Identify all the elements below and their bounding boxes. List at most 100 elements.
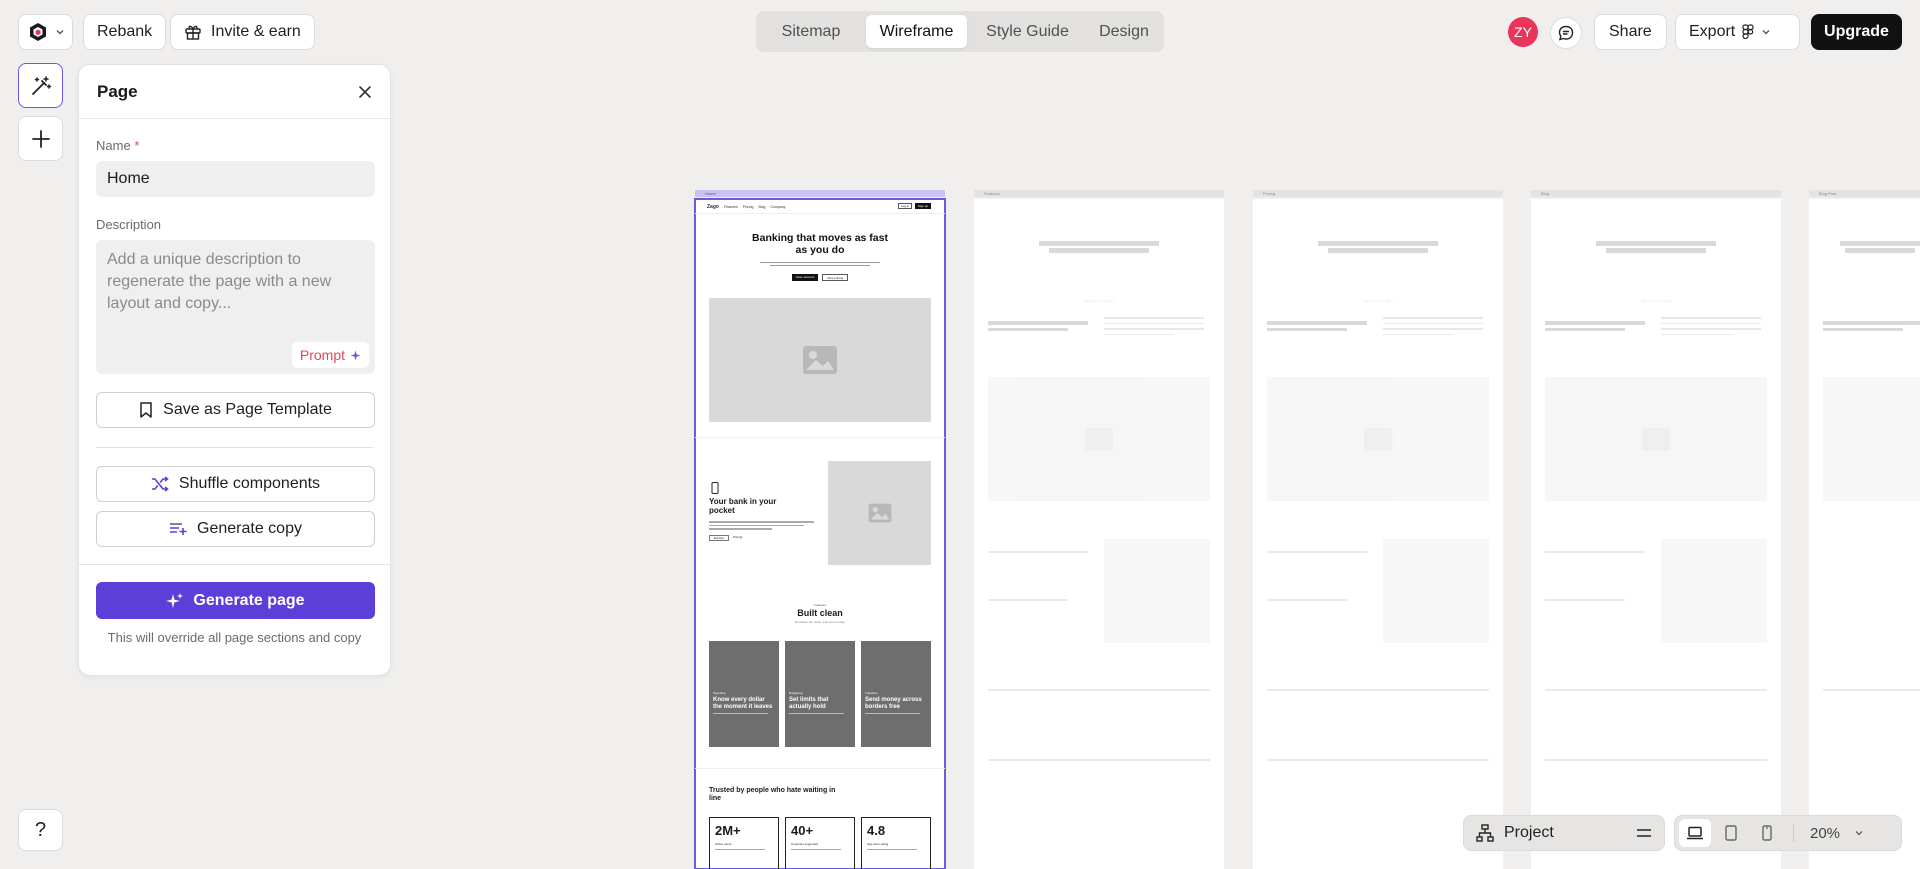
- shuffle-label: Shuffle components: [178, 475, 321, 492]
- pricing-page-frame[interactable]: Upgrade to view pages: [1253, 199, 1503, 869]
- comments-button[interactable]: [1550, 17, 1582, 49]
- faded-image-placeholder: [1545, 377, 1767, 501]
- pocket-image-placeholder: [828, 461, 931, 565]
- project-label: Project: [1504, 824, 1554, 841]
- generate-copy-button[interactable]: Generate copy: [96, 511, 375, 547]
- share-button[interactable]: Share: [1594, 14, 1667, 50]
- frame-label-home[interactable]: Home: [695, 190, 945, 197]
- help-button[interactable]: ?: [18, 809, 63, 851]
- tablet-icon: [1725, 825, 1737, 841]
- card-title: Send money across borders free: [865, 697, 922, 710]
- card-kicker: Transfers: [865, 691, 878, 695]
- tablet-view-button[interactable]: [1715, 819, 1747, 847]
- name-field[interactable]: Home: [96, 161, 375, 197]
- project-name-button[interactable]: Rebank: [83, 14, 167, 50]
- description-placeholder: Add a unique description to regenerate t…: [107, 251, 332, 312]
- faded-line: [988, 551, 1088, 553]
- export-button[interactable]: Export: [1675, 14, 1800, 50]
- frame-label-blog-post[interactable]: Blog Post: [1809, 190, 1920, 197]
- frame-label-blog[interactable]: Blog: [1531, 190, 1781, 197]
- faded-line: [988, 759, 1210, 761]
- invite-earn-button[interactable]: Invite & earn: [170, 14, 315, 50]
- prompt-label: Prompt: [299, 347, 345, 363]
- laptop-icon: [1687, 826, 1703, 840]
- frame-label-pricing[interactable]: Pricing: [1253, 190, 1503, 197]
- panel-divider: [96, 447, 373, 448]
- stat-line: [715, 849, 765, 851]
- add-button[interactable]: [18, 116, 63, 161]
- faded-line: [1267, 689, 1489, 691]
- faded-image-placeholder: [1267, 377, 1489, 501]
- faded-line: [1545, 551, 1645, 553]
- tab-style-guide[interactable]: Style Guide: [971, 15, 1084, 48]
- mini-nav-item: Blog: [758, 205, 766, 209]
- generate-page-button[interactable]: Generate page: [96, 582, 375, 619]
- built-kicker: Features: [814, 603, 826, 607]
- chevron-down-icon: [1762, 30, 1770, 35]
- faded-image-placeholder: [1383, 539, 1489, 643]
- app-menu-button[interactable]: [18, 14, 73, 50]
- stat-card: 4.8 App store rating: [861, 817, 931, 869]
- user-avatar[interactable]: ZY: [1508, 17, 1538, 47]
- faded-lines: [1104, 317, 1204, 339]
- upgrade-badge: Upgrade to view pages: [1362, 299, 1394, 303]
- faded-line: [1545, 759, 1767, 761]
- mini-login-button: Log in: [898, 203, 912, 209]
- stat-card: 2M+ Active users: [709, 817, 779, 869]
- stat-value: 40+: [791, 823, 814, 838]
- card-line: [713, 713, 768, 715]
- upgrade-button[interactable]: Upgrade: [1811, 14, 1902, 50]
- save-template-label: Save as Page Template: [163, 401, 332, 418]
- mini-logo: Zago: [707, 204, 719, 210]
- view-tabs: Sitemap Wireframe Style Guide Design: [756, 11, 1164, 52]
- mobile-view-button[interactable]: [1751, 819, 1783, 847]
- stat-label: App store rating: [867, 842, 889, 846]
- blog-page-frame[interactable]: Upgrade to view pages: [1531, 199, 1781, 869]
- menu-equal-icon: [1637, 829, 1651, 837]
- view-controls: 20%: [1674, 815, 1902, 851]
- tab-design[interactable]: Design: [1088, 15, 1160, 48]
- chevron-down-icon: [56, 30, 63, 35]
- gift-icon: [185, 25, 201, 40]
- features-page-frame[interactable]: Upgrade to view pages: [974, 199, 1224, 869]
- prompt-button[interactable]: Prompt: [291, 342, 369, 368]
- mini-nav-item: Features: [723, 205, 738, 209]
- panel-header: Page: [79, 65, 390, 119]
- shuffle-components-button[interactable]: Shuffle components: [96, 466, 375, 502]
- generate-copy-label: Generate copy: [197, 520, 302, 537]
- bookmark-icon: [140, 402, 152, 418]
- faded-line: [1267, 551, 1367, 553]
- save-page-template-button[interactable]: Save as Page Template: [96, 392, 375, 428]
- frame-label-features[interactable]: Features: [974, 190, 1224, 197]
- pocket-link: Pricing: [733, 535, 743, 539]
- image-icon: [1084, 427, 1114, 451]
- pocket-buttons: Explore Pricing: [709, 535, 753, 541]
- card-line: [865, 713, 920, 715]
- zoom-value: 20%: [1810, 824, 1841, 842]
- home-page-frame[interactable]: Zago Features Pricing Blog Company Log i…: [694, 198, 946, 869]
- required-marker: *: [134, 138, 140, 153]
- close-icon[interactable]: [358, 85, 372, 99]
- image-icon: [868, 503, 891, 523]
- card-title: Set limits that actually hold: [789, 697, 829, 710]
- tab-wireframe[interactable]: Wireframe: [866, 15, 967, 48]
- sparkles-icon: [166, 592, 184, 608]
- ai-edit-button[interactable]: [18, 63, 63, 108]
- faded-line: [1545, 599, 1625, 601]
- magic-wand-icon: [31, 75, 51, 95]
- desktop-view-button[interactable]: [1679, 819, 1711, 847]
- override-note: This will override all page sections and…: [107, 630, 362, 645]
- generate-page-label: Generate page: [193, 591, 305, 609]
- zoom-dropdown[interactable]: 20%: [1810, 825, 1864, 842]
- hero-image-placeholder: [709, 298, 931, 422]
- faded-text: [1823, 321, 1920, 334]
- faded-line: [1267, 599, 1347, 601]
- description-field[interactable]: Add a unique description to regenerate t…: [96, 240, 375, 374]
- page-panel: Page Name * Home Description Add a uniqu…: [78, 64, 391, 676]
- pocket-text-lines: [709, 521, 814, 532]
- project-switcher[interactable]: Project: [1463, 815, 1665, 851]
- export-label: Export: [1689, 23, 1736, 40]
- blog-post-page-frame[interactable]: [1809, 199, 1920, 869]
- tab-sitemap[interactable]: Sitemap: [760, 15, 862, 48]
- faded-title: [1839, 239, 1920, 261]
